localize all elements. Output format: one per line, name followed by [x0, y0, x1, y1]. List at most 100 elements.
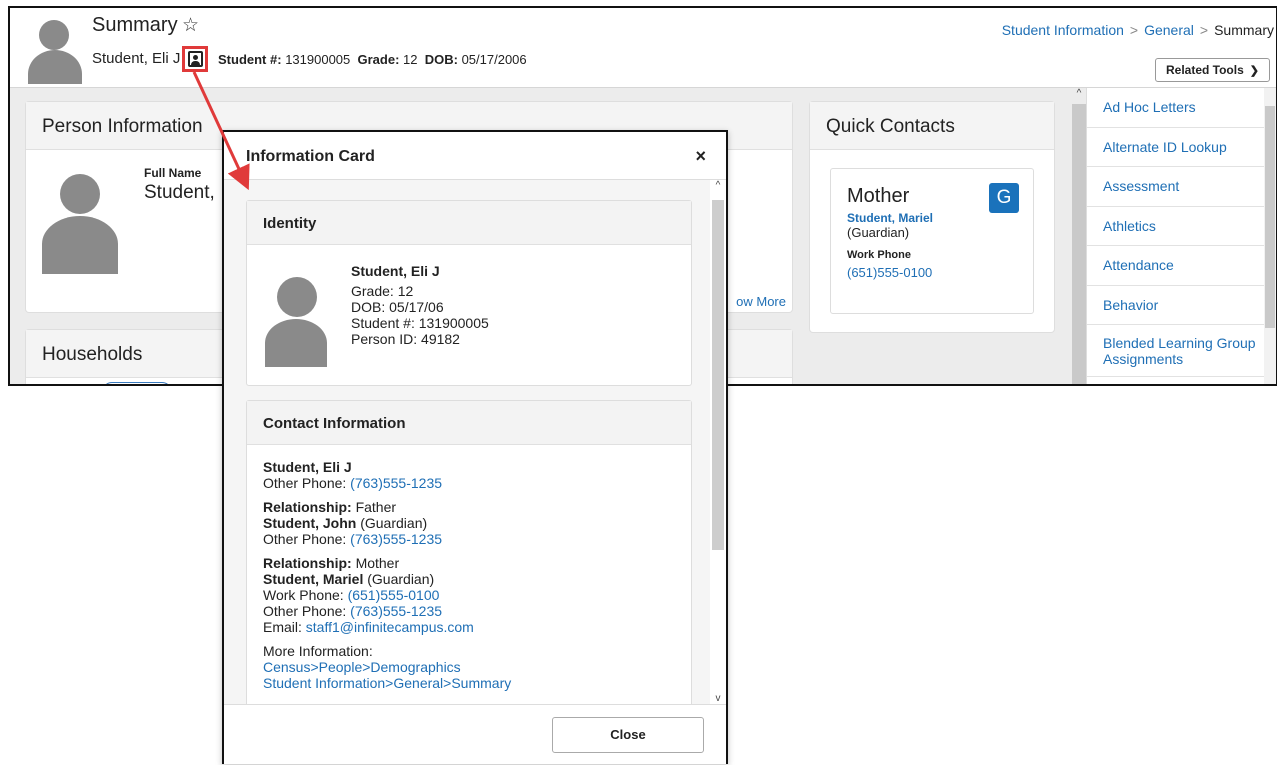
- grade-label: Grade:: [357, 52, 400, 67]
- quick-contacts-panel: Quick Contacts Mother Student, Mariel (G…: [810, 102, 1054, 332]
- contact-card: Mother Student, Mariel (Guardian) Work P…: [830, 168, 1034, 314]
- guardian-badge: G: [989, 183, 1019, 213]
- other-phone-label: Other Phone:: [263, 531, 347, 547]
- dialog-scrollbar[interactable]: ^ v: [710, 180, 726, 704]
- email-label: Email:: [263, 619, 302, 635]
- student-meta: Student #: 131900005 Grade: 12 DOB: 05/1…: [218, 52, 527, 67]
- work-phone-link[interactable]: (651)555-0100: [348, 587, 440, 603]
- scroll-down-icon[interactable]: v: [710, 693, 726, 704]
- other-phone-link[interactable]: (763)555-1235: [350, 531, 442, 547]
- identity-name: Student, Eli J: [351, 263, 440, 279]
- breadcrumb-separator-icon: >: [1199, 22, 1209, 38]
- chevron-down-icon: ❯: [1249, 65, 1259, 77]
- household-pill[interactable]: [102, 382, 172, 384]
- breadcrumb-separator-icon: >: [1129, 22, 1139, 38]
- contact-relationship: (Guardian): [847, 225, 910, 240]
- contact-self-name: Student, Eli J: [263, 459, 352, 475]
- other-phone-link[interactable]: (763)555-1235: [350, 603, 442, 619]
- student-number-label: Student #:: [218, 52, 282, 67]
- more-information: More Information: Census>People>Demograp…: [263, 643, 511, 691]
- contact-group-self: Student, Eli J Other Phone: (763)555-123…: [263, 459, 511, 491]
- tools-scrollbar[interactable]: [1264, 88, 1276, 384]
- tool-item-label[interactable]: Assessment: [1103, 178, 1179, 194]
- tool-item-label[interactable]: Attendance: [1103, 257, 1174, 273]
- breadcrumb-current: Summary: [1214, 22, 1274, 38]
- identity-photo: [265, 273, 327, 367]
- tool-item-assessment[interactable]: Assessment: [1087, 167, 1276, 207]
- work-phone-label: Work Phone:: [263, 587, 344, 603]
- breadcrumb-general[interactable]: General: [1144, 22, 1194, 38]
- relationship-value: Mother: [355, 555, 400, 571]
- tool-item-athletics[interactable]: Athletics: [1087, 207, 1276, 246]
- tool-item-label[interactable]: Alternate ID Lookup: [1103, 139, 1227, 155]
- identity-student-number: Student #: 131900005: [351, 315, 489, 331]
- close-button[interactable]: Close: [552, 717, 704, 753]
- contact-name-link[interactable]: Student, Mariel: [847, 211, 933, 225]
- more-info-label: More Information:: [263, 643, 373, 659]
- scrollbar-thumb[interactable]: [712, 200, 724, 550]
- student-avatar: [28, 18, 82, 84]
- identity-section: Identity Student, Eli J Grade: 12 DOB: 0…: [246, 200, 692, 386]
- related-tools-button[interactable]: Related Tools ❯: [1154, 58, 1270, 82]
- identity-details: Student, Eli J Grade: 12 DOB: 05/17/06 S…: [351, 263, 489, 347]
- relationship-label: Relationship:: [263, 555, 352, 571]
- other-phone-label: Other Phone:: [263, 475, 347, 491]
- work-phone-link[interactable]: (651)555-0100: [847, 265, 932, 280]
- more-info-link-summary[interactable]: Student Information>General>Summary: [263, 675, 511, 691]
- tool-item-blended-learning[interactable]: Blended Learning Group Assignments: [1087, 325, 1276, 377]
- contact-card-icon: [188, 51, 203, 67]
- student-name: Student, Eli J: [92, 50, 181, 67]
- other-phone-label: Other Phone:: [263, 603, 347, 619]
- star-icon[interactable]: ☆: [182, 14, 199, 37]
- tool-item-label[interactable]: Ad Hoc Letters: [1103, 99, 1196, 115]
- related-tools-list: Ad Hoc Letters Alternate ID Lookup Asses…: [1086, 88, 1276, 384]
- contact-group-father: Relationship: Father Student, John (Guar…: [263, 499, 511, 547]
- tool-item-label[interactable]: Behavior: [1103, 297, 1158, 313]
- dialog-title: Information Card: [246, 148, 375, 165]
- relationship-label: Relationship:: [263, 499, 352, 515]
- dialog-header: Information Card ×: [224, 132, 726, 180]
- tool-item-label[interactable]: Athletics: [1103, 218, 1156, 234]
- show-more-link[interactable]: ow More: [736, 294, 786, 309]
- scrollbar-thumb[interactable]: [1265, 106, 1275, 328]
- tool-item-ad-hoc-letters[interactable]: Ad Hoc Letters: [1087, 88, 1276, 128]
- scroll-up-icon[interactable]: ^: [710, 180, 726, 191]
- related-tools-label: Related Tools: [1165, 63, 1244, 77]
- person-photo: [42, 166, 118, 274]
- information-card-button[interactable]: [182, 46, 208, 72]
- panel-title: Quick Contacts: [810, 102, 1054, 150]
- full-name-label: Full Name: [144, 166, 202, 180]
- grade-value: 12: [403, 52, 418, 67]
- dialog-footer: Close: [224, 704, 726, 764]
- dob-label: DOB:: [424, 52, 458, 67]
- more-info-link-demographics[interactable]: Census>People>Demographics: [263, 659, 461, 675]
- scroll-up-icon[interactable]: ^: [1072, 88, 1086, 104]
- full-name-value: Student,: [144, 182, 215, 203]
- contact-name: Student, Mariel: [263, 571, 364, 587]
- guardian-text: (Guardian): [367, 571, 435, 587]
- relationship-value: Father: [355, 499, 397, 515]
- identity-grade: Grade: 12: [351, 283, 414, 299]
- contact-group-mother: Relationship: Mother Student, Mariel (Gu…: [263, 555, 511, 635]
- tool-item-label[interactable]: Blended Learning Group Assignments: [1103, 335, 1260, 367]
- page-scrollbar[interactable]: [1072, 88, 1086, 384]
- page-title: Summary: [92, 14, 178, 36]
- tool-item-behavior[interactable]: Behavior: [1087, 286, 1276, 325]
- tool-item-alternate-id-lookup[interactable]: Alternate ID Lookup: [1087, 128, 1276, 167]
- other-phone-link[interactable]: (763)555-1235: [350, 475, 442, 491]
- identity-dob: DOB: 05/17/06: [351, 299, 444, 315]
- section-title: Identity: [247, 201, 691, 245]
- page-header: Summary ☆ Student, Eli J Student #: 1319…: [10, 8, 1276, 88]
- work-phone-label: Work Phone: [847, 249, 911, 261]
- student-number: 131900005: [285, 52, 351, 67]
- information-card-dialog: Information Card × Identity Student, Eli…: [222, 130, 728, 764]
- breadcrumb-student-information[interactable]: Student Information: [1002, 22, 1124, 38]
- close-icon[interactable]: ×: [695, 146, 706, 167]
- contact-details: Student, Eli J Other Phone: (763)555-123…: [263, 459, 511, 699]
- email-link[interactable]: staff1@infinitecampus.com: [306, 619, 474, 635]
- dob-value: 05/17/2006: [461, 52, 527, 67]
- tool-item-attendance[interactable]: Attendance: [1087, 246, 1276, 286]
- contact-role: Mother: [847, 185, 910, 207]
- section-title: Contact Information: [247, 401, 691, 445]
- identity-person-id: Person ID: 49182: [351, 331, 460, 347]
